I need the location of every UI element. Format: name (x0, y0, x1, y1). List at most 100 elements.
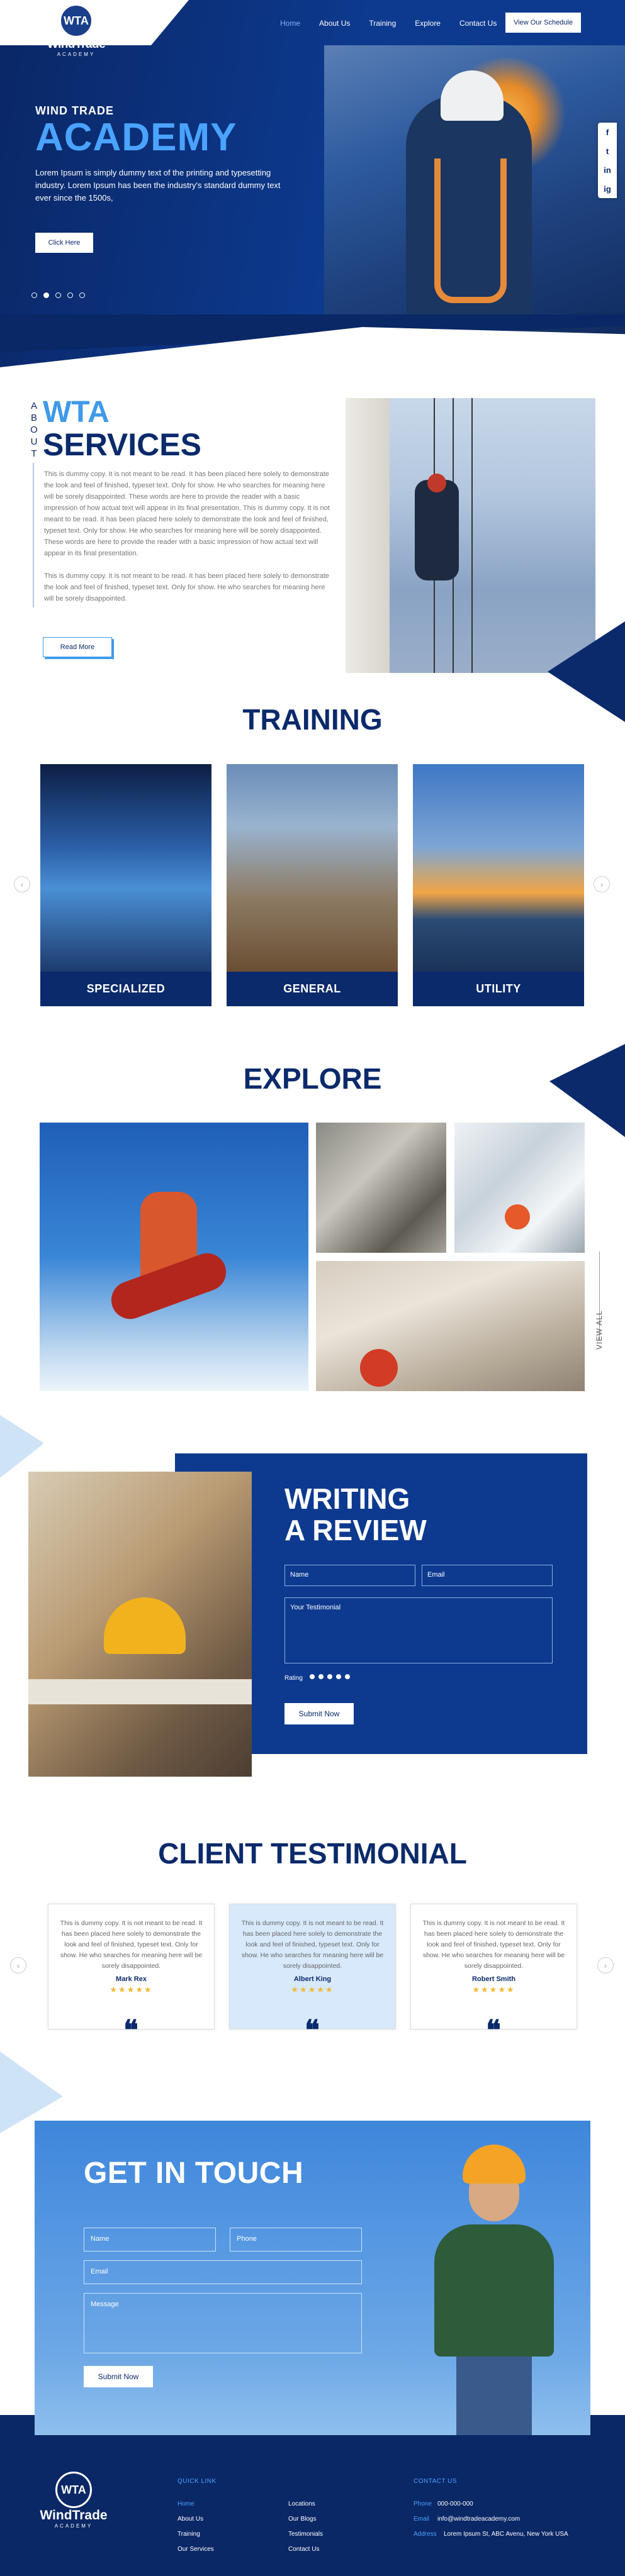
explore-image-water[interactable] (454, 1123, 585, 1253)
nav-explore[interactable]: Explore (415, 19, 441, 28)
footer-link-contact[interactable]: Contact Us (288, 2546, 319, 2553)
footer-link-about[interactable]: About Us (177, 2516, 203, 2523)
about-paragraph-2: This is dummy copy. It is not meant to b… (44, 572, 329, 602)
rating-label: Rating (284, 1675, 303, 1682)
view-all-link[interactable]: VIEW ALL (595, 1310, 604, 1350)
explore-title: EXPLORE (243, 1062, 382, 1095)
explore-image-zipline[interactable] (316, 1261, 585, 1391)
testimonial-card-active: This is dummy copy. It is not meant to b… (229, 1904, 396, 2029)
contact-message-textarea[interactable]: Message (84, 2293, 362, 2353)
footer-link-blogs[interactable]: Our Blogs (288, 2516, 316, 2523)
footer-link-home[interactable]: Home (177, 2501, 194, 2507)
footer: WTA WindTrade ACADEMY QUICK LINK Home Ab… (0, 2415, 625, 2576)
testimonial-name: Albert King (293, 1975, 332, 1983)
testimonial-text: This is dummy copy. It is not meant to b… (241, 1919, 384, 1970)
testimonial-prev-arrow-icon[interactable]: ‹ (10, 1957, 26, 1974)
slider-dot[interactable] (79, 292, 85, 298)
logo-name: WindTrade (47, 38, 106, 51)
review-image (28, 1472, 252, 1777)
contact-email-input[interactable]: Email (84, 2260, 362, 2284)
footer-link-training[interactable]: Training (177, 2531, 200, 2538)
about-divider (33, 463, 34, 608)
review-title: WRITING A REVIEW (284, 1483, 427, 1546)
star-rating-icon: ★★★★★ (110, 1985, 153, 1994)
main-nav: Home About Us Training Explore Contact U… (280, 14, 515, 33)
training-image (413, 764, 584, 972)
nav-training[interactable]: Training (369, 19, 396, 28)
email-value[interactable]: info@windtradeacademy.com (437, 2516, 520, 2523)
hero-text: WIND TRADE ACADEMY Lorem Ipsum is simply… (35, 104, 287, 204)
training-card-specialized[interactable]: SPECIALIZED (40, 764, 211, 1006)
testimonial-title: CLIENT TESTIMONIAL (158, 1837, 467, 1870)
rating-dot-icon[interactable] (327, 1674, 332, 1679)
slider-dot[interactable] (67, 292, 73, 298)
testimonial-text: This is dummy copy. It is not meant to b… (422, 1919, 565, 1970)
training-image (40, 764, 211, 972)
quote-icon: ❝ (123, 2014, 138, 2046)
training-prev-arrow-icon[interactable]: ‹ (14, 876, 30, 892)
facebook-icon[interactable]: f (598, 123, 617, 142)
about-title-services: SERVICES (43, 427, 201, 462)
footer-link-locations[interactable]: Locations (288, 2501, 315, 2507)
phone-label: Phone (414, 2501, 432, 2507)
training-card-label: SPECIALIZED (86, 982, 166, 995)
nav-home[interactable]: Home (280, 19, 300, 28)
linkedin-icon[interactable]: in (598, 160, 617, 179)
rating-dot-icon[interactable] (310, 1674, 315, 1679)
rating-dot-icon[interactable] (318, 1674, 324, 1679)
explore-image-rocks[interactable] (316, 1123, 446, 1253)
testimonial-card: This is dummy copy. It is not meant to b… (48, 1904, 215, 2029)
training-next-arrow-icon[interactable]: › (594, 876, 610, 892)
twitter-icon[interactable]: t (598, 142, 617, 160)
about-title-wta: WTA (43, 396, 110, 429)
testimonial-name: Mark Rex (116, 1975, 147, 1983)
rating-stars[interactable] (310, 1672, 350, 1679)
view-schedule-button[interactable]: View Our Schedule (505, 13, 581, 33)
explore-image-large[interactable] (40, 1123, 308, 1391)
nav-contact[interactable]: Contact Us (459, 19, 497, 28)
contact-submit-button[interactable]: Submit Now (84, 2366, 153, 2387)
review-testimonial-textarea[interactable]: Your Testimonial (284, 1597, 553, 1663)
footer-logo[interactable]: WTA WindTrade ACADEMY (33, 2472, 115, 2529)
training-card-label: UTILITY (476, 982, 521, 995)
contact-us-heading: CONTACT US (414, 2478, 458, 2485)
about-paragraph-1: This is dummy copy. It is not meant to b… (44, 470, 330, 557)
contact-phone-input[interactable]: Phone (230, 2228, 362, 2251)
rating-dot-icon[interactable] (336, 1674, 341, 1679)
testimonial-name: Robert Smith (471, 1975, 516, 1983)
quote-icon: ❝ (486, 2014, 501, 2046)
rating-dot-icon[interactable] (345, 1674, 350, 1679)
footer-link-services[interactable]: Our Services (177, 2546, 214, 2553)
hero-click-button[interactable]: Click Here (35, 233, 93, 253)
star-rating-icon: ★★★★★ (472, 1985, 515, 1994)
testimonial-text: This is dummy copy. It is not meant to b… (60, 1919, 203, 1970)
contact-worker-image (412, 2121, 576, 2435)
about-vertical-label: ABOUT (30, 401, 38, 459)
training-image (227, 764, 398, 972)
quick-link-heading: QUICK LINK (177, 2478, 217, 2485)
slider-dot[interactable] (31, 292, 37, 298)
review-submit-button[interactable]: Submit Now (284, 1703, 354, 1724)
phone-value[interactable]: 000-000-000 (437, 2501, 473, 2507)
training-card-general[interactable]: GENERAL (227, 764, 398, 1006)
review-title-line2: A REVIEW (284, 1514, 427, 1546)
instagram-icon[interactable]: ig (598, 179, 617, 198)
contact-name-input[interactable]: Name (84, 2228, 216, 2251)
training-card-utility[interactable]: UTILITY (413, 764, 584, 1006)
address-value: Lorem Ipsum St, ABC Avenu, New York USA (444, 2531, 568, 2538)
nav-about[interactable]: About Us (319, 19, 350, 28)
review-name-input[interactable]: Name (284, 1565, 415, 1586)
slider-dot-active[interactable] (43, 292, 49, 298)
address-label: Address (414, 2531, 437, 2538)
contact-title: GET IN TOUCH (84, 2157, 304, 2190)
slider-dot[interactable] (55, 292, 61, 298)
contact-section: GET IN TOUCH Name Phone Email Message Su… (35, 2121, 590, 2435)
site-logo[interactable]: WTA WindTrade ACADEMY (35, 4, 117, 62)
review-email-input[interactable]: Email (422, 1565, 553, 1586)
review-title-line1: WRITING (284, 1482, 410, 1515)
read-more-button[interactable]: Read More (43, 637, 112, 657)
training-card-label: GENERAL (283, 982, 341, 995)
footer-link-testimonials[interactable]: Testimonials (288, 2531, 323, 2538)
testimonial-next-arrow-icon[interactable]: › (597, 1957, 614, 1974)
decorative-triangle (0, 1415, 44, 1478)
